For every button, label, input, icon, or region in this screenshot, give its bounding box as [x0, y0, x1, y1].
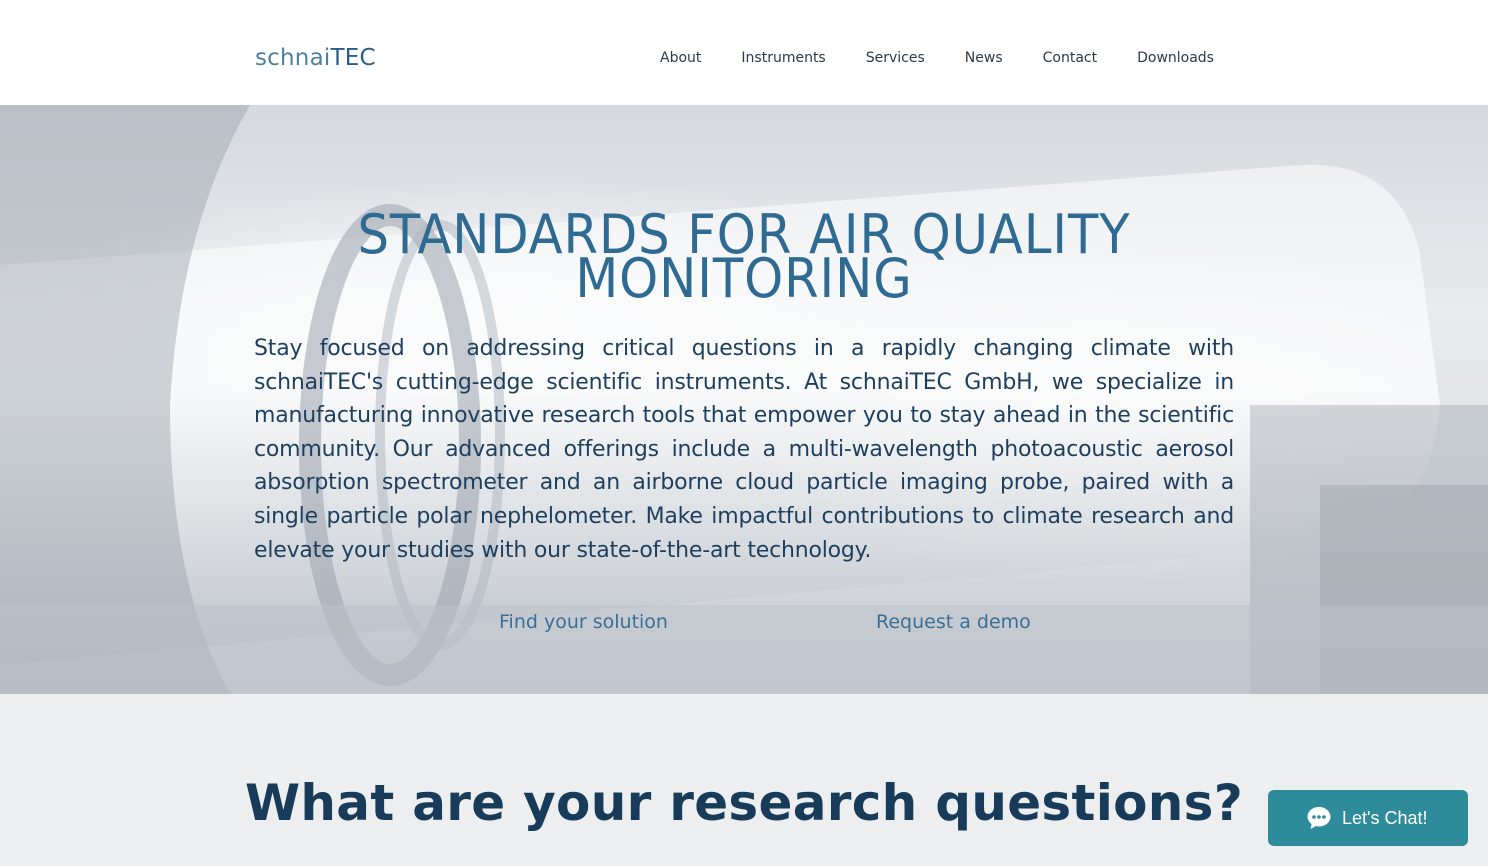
- hero-title-line-2: MONITORING: [575, 247, 913, 310]
- page-scrollbar[interactable]: [1488, 0, 1500, 866]
- find-solution-button[interactable]: Find your solution: [499, 611, 668, 633]
- chat-label: Let's Chat!: [1342, 807, 1428, 828]
- chat-widget-button[interactable]: Let's Chat!: [1268, 790, 1468, 846]
- nav-item-downloads[interactable]: Downloads: [1117, 50, 1234, 66]
- hero-description: Stay focused on addressing critical ques…: [254, 336, 1234, 563]
- nav-item-services[interactable]: Services: [846, 50, 945, 66]
- nav-item-about[interactable]: About: [640, 50, 721, 66]
- research-title: What are your research questions?: [244, 774, 1244, 832]
- chat-bubble-icon: [1307, 807, 1331, 829]
- hero-section: STANDARDS FOR AIR QUALITY MONITORING Sta…: [0, 105, 1488, 694]
- logo-text-schnai: schnai: [255, 45, 331, 71]
- site-logo[interactable]: schnaiTEC: [255, 45, 376, 71]
- logo-text-tec: TEC: [330, 45, 376, 71]
- nav-item-contact[interactable]: Contact: [1023, 50, 1117, 66]
- main-nav: About Instruments Services News Contact …: [640, 50, 1234, 66]
- nav-item-news[interactable]: News: [945, 50, 1023, 66]
- hero-title: STANDARDS FOR AIR QUALITY MONITORING: [284, 208, 1204, 306]
- research-section: What are your research questions?: [0, 694, 1488, 866]
- nav-item-instruments[interactable]: Instruments: [721, 50, 845, 66]
- site-header: schnaiTEC About Instruments Services New…: [0, 0, 1488, 105]
- request-demo-button[interactable]: Request a demo: [876, 611, 1031, 633]
